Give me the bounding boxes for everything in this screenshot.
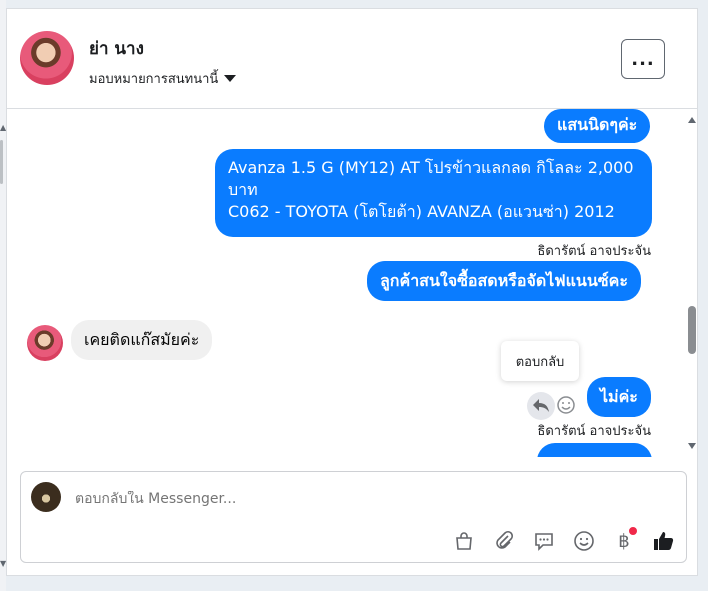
reply-input[interactable] (75, 491, 655, 507)
sender-name: ธิดารัตน์ อาจประจัน (537, 424, 651, 439)
message-text: ไม่ค่ะ (600, 387, 638, 406)
message-bubble-outgoing[interactable]: แสนนิดๆค่ะ (544, 109, 651, 143)
chat-icon[interactable] (531, 528, 557, 554)
more-options-button[interactable]: ... (621, 39, 665, 79)
page-avatar (31, 482, 61, 512)
assign-conversation-dropdown[interactable]: มอบหมายการสนทนานี้ (89, 68, 237, 89)
notification-badge (629, 527, 637, 535)
message-bubble-outgoing[interactable]: ลูกค้าสนใจซื้อสดหรือจัดไฟแนนซ์คะ (367, 261, 641, 301)
more-dots-icon: ... (631, 48, 655, 70)
message-bubble-outgoing-partial[interactable] (537, 443, 652, 457)
reply-tooltip: ตอบกลับ (501, 341, 579, 381)
scroll-down-arrow-icon[interactable] (688, 443, 696, 449)
contact-avatar[interactable] (20, 31, 74, 85)
react-emoji-icon[interactable] (555, 394, 577, 416)
composer-toolbar: ฿ (451, 527, 681, 556)
message-bubble-outgoing[interactable]: ไม่ค่ะ (587, 377, 651, 417)
sender-name: ธิดารัตน์ อาจประจัน (537, 244, 651, 259)
message-text-line: บาท (228, 180, 258, 199)
message-text: แสนนิดๆค่ะ (557, 115, 638, 134)
left-resize-handle[interactable] (0, 140, 3, 184)
contact-avatar-small[interactable] (27, 325, 63, 361)
message-text: ลูกค้าสนใจซื้อสดหรือจัดไฟแนนซ์คะ (380, 271, 628, 290)
reply-composer: ฿ (20, 471, 687, 563)
message-bubble-outgoing[interactable]: Avanza 1.5 G (MY12) AT โปรข้าวแลกลด กิโล… (215, 149, 652, 237)
message-list: แสนนิดๆค่ะ Avanza 1.5 G (MY12) AT โปรข้า… (7, 109, 697, 457)
message-text-line: Avanza 1.5 G (MY12) AT โปรข้าวแลกลด กิโล… (228, 158, 634, 177)
gift-bag-icon[interactable] (451, 528, 477, 554)
message-text-line: C062 - TOYOTA (โตโยต้า) AVANZA (อแวนซ่า)… (228, 202, 615, 221)
scroll-up-arrow-icon[interactable] (688, 117, 696, 123)
thumbs-up-icon[interactable] (651, 528, 677, 554)
reply-arrow-icon[interactable] (527, 392, 555, 420)
contact-name[interactable]: ย่า นาง (89, 35, 144, 62)
conversation-panel: ย่า นาง มอบหมายการสนทนานี้ ... แสนนิดๆค่… (6, 8, 698, 576)
emoji-icon[interactable] (571, 528, 597, 554)
scrollbar-thumb[interactable] (688, 306, 696, 354)
conversation-header: ย่า นาง มอบหมายการสนทนานี้ ... (7, 9, 697, 109)
message-text: เคยติดแก๊สมัยค่ะ (84, 330, 200, 349)
message-bubble-incoming[interactable]: เคยติดแก๊สมัยค่ะ (71, 320, 213, 360)
caret-down-icon (224, 75, 237, 82)
assign-label: มอบหมายการสนทนานี้ (89, 72, 219, 87)
baht-icon[interactable]: ฿ (611, 527, 637, 554)
message-scrollbar[interactable] (685, 109, 697, 459)
paperclip-icon[interactable] (491, 528, 517, 554)
